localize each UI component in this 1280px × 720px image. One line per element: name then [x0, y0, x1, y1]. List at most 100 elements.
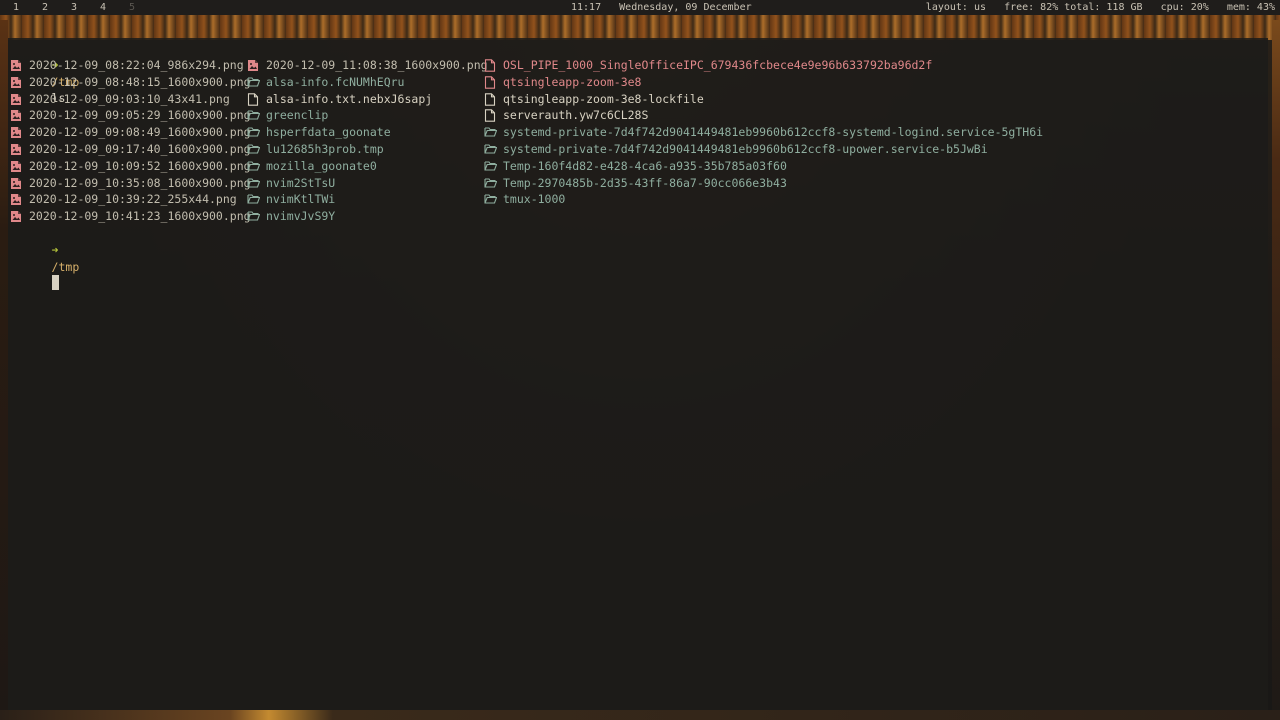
workspace-4[interactable]: 4 — [96, 0, 110, 15]
status-bar: 1 2 3 4 5 11:17 Wednesday, 09 December l… — [0, 0, 1280, 15]
ls-entry[interactable]: 2020-12-09_10:09:52_1600x900.png — [10, 158, 251, 175]
ls-entry-name: nvimvJvS9Y — [266, 209, 336, 224]
image-file-icon — [247, 59, 259, 72]
image-file-icon — [10, 109, 22, 122]
ls-entry[interactable]: alsa-info.txt.nebxJ6sapj — [247, 91, 432, 108]
system-stats: layout: us free: 82% total: 118 GB cpu: … — [925, 2, 1275, 13]
ls-entry[interactable]: nvimKtlTWi — [247, 191, 335, 208]
text-cursor — [51, 275, 59, 291]
folder-icon — [484, 177, 498, 190]
workspace-3[interactable]: 3 — [67, 0, 81, 15]
workspace-5[interactable]: 5 — [125, 0, 139, 15]
ls-entry-name: nvim2StTsU — [266, 175, 336, 190]
image-file-icon — [10, 126, 22, 139]
ls-entry-name: systemd-private-7d4f742d9041449481eb9960… — [503, 142, 988, 157]
ls-entry-name: 2020-12-09_09:05:29_1600x900.png — [29, 108, 251, 123]
ls-entry[interactable]: Temp-160f4d82-e428-4ca6-a935-35b785a03f6… — [484, 158, 787, 175]
workspace-2[interactable]: 2 — [38, 0, 52, 15]
ls-entry[interactable]: lu12685h3prob.tmp — [247, 141, 384, 158]
ls-entry[interactable]: mozilla_goonate0 — [247, 158, 377, 175]
ls-entry-name: 2020-12-09_10:35:08_1600x900.png — [29, 175, 251, 190]
image-file-icon — [10, 76, 22, 89]
ls-entry-name: 2020-12-09_09:03:10_43x41.png — [29, 91, 230, 106]
folder-icon — [484, 143, 498, 156]
prompt-arrow-icon: ➜ — [51, 242, 59, 257]
workspace-1[interactable]: 1 — [9, 0, 23, 15]
folder-icon — [247, 126, 261, 139]
folder-icon — [247, 193, 261, 206]
active-prompt-line[interactable]: ➜ /tmp — [10, 225, 79, 291]
ls-entry[interactable]: greenclip — [247, 107, 328, 124]
ls-entry-name: alsa-info.txt.nebxJ6sapj — [266, 91, 433, 106]
folder-icon — [247, 109, 261, 122]
wallpaper-right-edge — [1272, 20, 1280, 720]
ls-entry-name: 2020-12-09_09:17:40_1600x900.png — [29, 142, 251, 157]
ls-entry[interactable]: nvimvJvS9Y — [247, 208, 335, 225]
image-file-icon — [10, 160, 22, 173]
ls-entry[interactable]: OSL_PIPE_1000_SingleOfficeIPC_679436fcbe… — [484, 57, 932, 74]
file-icon — [484, 109, 496, 123]
ls-entry-name: lu12685h3prob.tmp — [266, 142, 384, 157]
ls-entry-name: alsa-info.fcNUMhEQru — [266, 74, 405, 89]
ls-entry-name: 2020-12-09_09:08:49_1600x900.png — [29, 125, 251, 140]
ls-entry-name: 2020-12-09_10:09:52_1600x900.png — [29, 158, 251, 173]
ls-entry-name: qtsingleapp-zoom-3e8 — [503, 74, 642, 89]
ls-entry-name: greenclip — [266, 108, 329, 123]
ls-entry[interactable]: 2020-12-09_09:05:29_1600x900.png — [10, 107, 251, 124]
ls-entry-name: 2020-12-09_10:41:23_1600x900.png — [29, 209, 251, 224]
folder-icon — [247, 76, 261, 89]
ls-entry[interactable]: qtsingleapp-zoom-3e8-lockfile — [484, 91, 704, 108]
image-file-icon — [10, 143, 22, 156]
ls-entry-name: OSL_PIPE_1000_SingleOfficeIPC_679436fcbe… — [503, 58, 933, 73]
ls-entry-name: serverauth.yw7c6CL28S — [503, 108, 649, 123]
file-icon — [484, 76, 496, 89]
ls-entry[interactable]: nvim2StTsU — [247, 175, 335, 192]
folder-icon — [247, 177, 261, 190]
ls-entry[interactable]: 2020-12-09_10:35:08_1600x900.png — [10, 175, 251, 192]
ls-entry[interactable]: systemd-private-7d4f742d9041449481eb9960… — [484, 124, 1043, 141]
folder-icon — [484, 126, 498, 139]
ls-entry[interactable]: tmux-1000 — [484, 191, 565, 208]
terminal-window[interactable]: ➜ /tmp ls 2020-12-09_08:22:04_986x294.pn… — [8, 38, 1268, 710]
ls-entry[interactable]: 2020-12-09_08:48:15_1600x900.png — [10, 74, 251, 91]
ls-entry[interactable]: 2020-12-09_10:41:23_1600x900.png — [10, 208, 251, 225]
folder-icon — [247, 210, 261, 223]
image-file-icon — [10, 59, 22, 72]
ls-entry-name: qtsingleapp-zoom-3e8-lockfile — [503, 91, 704, 106]
terminal-body[interactable]: ➜ /tmp ls 2020-12-09_08:22:04_986x294.pn… — [10, 40, 1268, 710]
clock: 11:17 Wednesday, 09 December — [571, 2, 752, 13]
ls-entry[interactable]: systemd-private-7d4f742d9041449481eb9960… — [484, 141, 988, 158]
image-file-icon — [10, 210, 22, 223]
ls-entry[interactable]: 2020-12-09_09:17:40_1600x900.png — [10, 141, 251, 158]
ls-entry[interactable]: 2020-12-09_10:39:22_255x44.png — [10, 191, 237, 208]
ls-entry-name: Temp-160f4d82-e428-4ca6-a935-35b785a03f6… — [503, 158, 787, 173]
ls-entry-name: 2020-12-09_10:39:22_255x44.png — [29, 192, 237, 207]
ls-entry-name: 2020-12-09_08:22:04_986x294.png — [29, 58, 244, 73]
wallpaper-left-edge — [0, 20, 8, 720]
ls-entry[interactable]: 2020-12-09_11:08:38_1600x900.png — [247, 57, 488, 74]
ls-entry-name: 2020-12-09_08:48:15_1600x900.png — [29, 74, 251, 89]
ls-entry-name: Temp-2970485b-2d35-43ff-86a7-90cc066e3b4… — [503, 175, 787, 190]
file-icon — [484, 59, 496, 72]
ls-entry-name: systemd-private-7d4f742d9041449481eb9960… — [503, 125, 1044, 140]
ls-entry[interactable]: serverauth.yw7c6CL28S — [484, 107, 648, 124]
image-file-icon — [10, 177, 22, 190]
image-file-icon — [10, 93, 22, 106]
wallpaper-bottom — [0, 710, 1280, 720]
ls-entry[interactable]: qtsingleapp-zoom-3e8 — [484, 74, 641, 91]
file-icon — [484, 92, 496, 106]
ls-entry[interactable]: hsperfdata_goonate — [247, 124, 391, 141]
ls-entry[interactable]: 2020-12-09_08:22:04_986x294.png — [10, 57, 244, 74]
folder-icon — [484, 193, 498, 206]
ls-entry-name: hsperfdata_goonate — [266, 125, 391, 140]
ls-entry[interactable]: 2020-12-09_09:03:10_43x41.png — [10, 91, 230, 108]
prompt-directory: /tmp — [51, 259, 80, 274]
ls-entry-name: nvimKtlTWi — [266, 192, 336, 207]
file-icon — [247, 92, 259, 106]
folder-icon — [247, 143, 261, 156]
ls-entry[interactable]: Temp-2970485b-2d35-43ff-86a7-90cc066e3b4… — [484, 175, 787, 192]
ls-entry-name: tmux-1000 — [503, 192, 566, 207]
prompt-line: ➜ /tmp ls — [10, 40, 80, 106]
ls-entry[interactable]: alsa-info.fcNUMhEQru — [247, 74, 404, 91]
ls-entry[interactable]: 2020-12-09_09:08:49_1600x900.png — [10, 124, 251, 141]
